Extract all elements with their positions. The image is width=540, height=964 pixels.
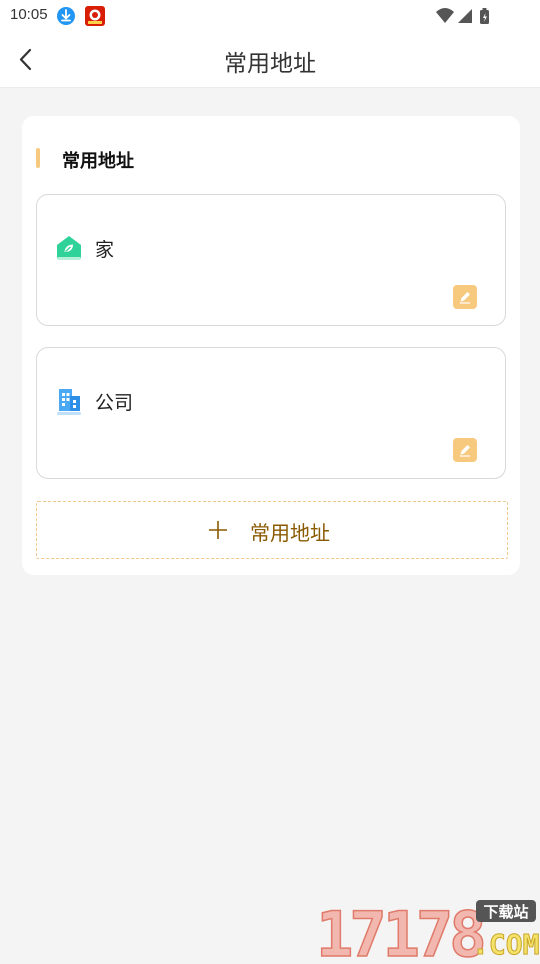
download-icon [56,6,76,26]
status-bar: 10:05 [0,0,540,32]
add-address-button[interactable]: 常用地址 [36,501,508,559]
edit-company-button[interactable] [453,438,477,462]
pencil-icon [453,438,477,462]
signal-icon [458,9,472,23]
svg-text:.COM: .COM [472,928,539,960]
add-address-label: 常用地址 [250,517,330,546]
battery-icon [480,8,489,24]
address-item-company[interactable]: 公司 [36,347,506,479]
address-label: 家 [95,235,114,262]
office-building-icon [55,386,83,416]
svg-text:下载站: 下载站 [483,903,528,921]
navigation-bar: 常用地址 [0,32,540,88]
page-title: 常用地址 [0,44,540,78]
status-time: 10:05 [10,6,48,23]
watermark-logo: 17178 下载站 .COM [314,896,540,960]
section-title: 常用地址 [62,147,134,173]
address-card: 常用地址 家 [22,116,520,575]
status-indicators [434,6,504,26]
wifi-icon [436,8,454,23]
address-item-home[interactable]: 家 [36,194,506,326]
svg-text:17178: 17178 [316,898,483,960]
section-accent-bar [36,148,40,168]
pencil-icon [453,285,477,309]
app-badge-icon [85,6,105,26]
address-label: 公司 [95,388,133,415]
edit-home-button[interactable] [453,285,477,309]
home-icon [55,233,83,263]
plus-icon [207,515,229,545]
